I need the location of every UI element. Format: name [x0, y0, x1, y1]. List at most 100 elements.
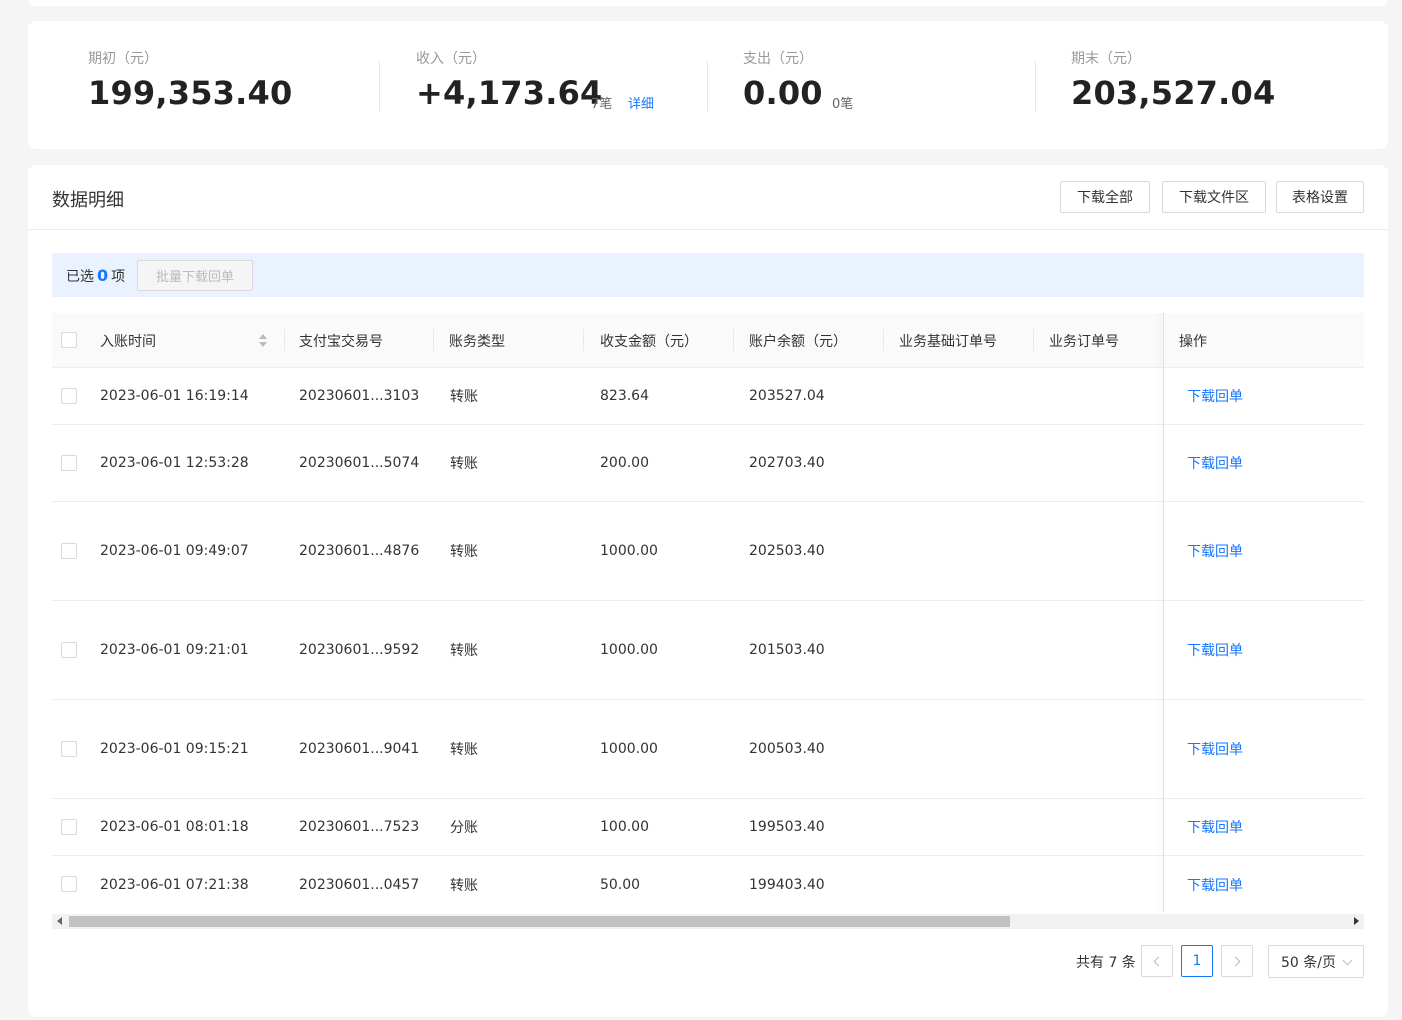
sort-icon[interactable] [258, 334, 268, 348]
row-checkbox[interactable] [61, 388, 77, 404]
row-checkbox[interactable] [61, 876, 77, 892]
cell-amount: 100.00 [600, 819, 649, 835]
cell-time: 2023-06-01 08:01:18 [100, 819, 249, 835]
cell-amount: 1000.00 [600, 543, 658, 559]
stat-opening-value: 199,353.40 [88, 74, 293, 112]
col-header-type: 账务类型 [449, 333, 505, 350]
cell-trade-no: 20230601...4876 [299, 543, 420, 559]
row-checkbox[interactable] [61, 741, 77, 757]
row-checkbox[interactable] [61, 642, 77, 658]
cell-type: 转账 [450, 389, 478, 405]
summary-card: 期初（元） 199,353.40 收入（元） +4,173.64 7笔 详细 支… [28, 21, 1388, 149]
panel-title: 数据明细 [52, 190, 124, 211]
cell-type: 转账 [450, 643, 478, 659]
fixed-column-shadow [1163, 313, 1164, 912]
column-divider [883, 329, 884, 351]
cell-trade-no: 20230601...9592 [299, 642, 420, 658]
scrollbar-thumb[interactable] [69, 916, 1010, 927]
table-settings-button[interactable]: 表格设置 [1276, 181, 1364, 213]
table-row: 2023-06-01 08:01:18 20230601...7523 分账 1… [52, 799, 1364, 856]
download-receipt-link[interactable]: 下载回单 [1187, 502, 1243, 600]
cell-type: 分账 [450, 820, 478, 836]
download-receipt-link[interactable]: 下载回单 [1187, 368, 1243, 424]
column-divider [284, 329, 285, 351]
page-size-value: 50 条/页 [1281, 954, 1336, 971]
cell-time: 2023-06-01 12:53:28 [100, 455, 249, 471]
download-receipt-link[interactable]: 下载回单 [1187, 799, 1243, 855]
cell-time: 2023-06-01 09:49:07 [100, 543, 249, 559]
cell-time: 2023-06-01 16:19:14 [100, 388, 249, 404]
table-row: 2023-06-01 12:53:28 20230601...5074 转账 2… [52, 425, 1364, 502]
page-size-select[interactable]: 50 条/页 [1268, 945, 1364, 978]
cell-time: 2023-06-01 09:21:01 [100, 642, 249, 658]
col-header-trade-no: 支付宝交易号 [299, 333, 383, 350]
column-divider [1033, 329, 1034, 351]
cell-balance: 199403.40 [749, 876, 825, 893]
table-row: 2023-06-01 07:21:38 20230601...0457 转账 5… [52, 856, 1364, 913]
stat-expense-count: 0笔 [832, 97, 854, 112]
column-divider [433, 329, 434, 351]
cell-trade-no: 20230601...0457 [299, 876, 420, 893]
stat-divider [707, 61, 708, 111]
cell-amount: 200.00 [600, 455, 649, 471]
download-receipt-link[interactable]: 下载回单 [1187, 700, 1243, 798]
cell-time: 2023-06-01 09:15:21 [100, 741, 249, 757]
row-checkbox[interactable] [61, 819, 77, 835]
col-header-base-order: 业务基础订单号 [899, 333, 997, 350]
column-divider [733, 329, 734, 351]
prev-page-button[interactable] [1141, 945, 1173, 977]
page-button-current[interactable]: 1 [1181, 945, 1213, 977]
stat-income-count: 7笔 [591, 97, 613, 112]
row-checkbox[interactable] [61, 455, 77, 471]
next-page-button[interactable] [1221, 945, 1253, 977]
select-all-checkbox[interactable] [61, 332, 77, 348]
horizontal-scrollbar[interactable] [52, 914, 1364, 929]
stat-divider [379, 61, 380, 111]
download-receipt-link[interactable]: 下载回单 [1187, 425, 1243, 501]
download-files-button[interactable]: 下载文件区 [1162, 181, 1266, 213]
chevron-right-icon [1230, 956, 1241, 966]
cell-type: 转账 [450, 742, 478, 758]
cell-type: 转账 [450, 456, 478, 472]
stat-expense-value: 0.00 [743, 74, 823, 112]
cell-balance: 200503.40 [749, 741, 825, 757]
table-row: 2023-06-01 09:49:07 20230601...4876 转账 1… [52, 502, 1364, 601]
cell-type: 转账 [450, 877, 478, 894]
cell-type: 转账 [450, 544, 478, 560]
selection-bar: 已选 0 项 批量下载回单 [52, 253, 1364, 297]
panel-divider [28, 229, 1388, 230]
stat-closing-value: 203,527.04 [1071, 74, 1276, 112]
top-card-edge [28, 0, 1388, 6]
selection-count: 0 [97, 266, 109, 285]
cell-trade-no: 20230601...5074 [299, 455, 420, 471]
cell-balance: 202503.40 [749, 543, 825, 559]
cell-trade-no: 20230601...9041 [299, 741, 420, 757]
cell-balance: 201503.40 [749, 642, 825, 658]
download-receipt-link[interactable]: 下载回单 [1187, 856, 1243, 913]
selection-prefix: 已选 [66, 269, 94, 285]
chevron-down-icon [1342, 955, 1353, 966]
col-header-time[interactable]: 入账时间 [100, 313, 156, 368]
stat-expense-label: 支出（元） [743, 51, 813, 67]
selection-suffix: 项 [111, 269, 126, 285]
row-checkbox[interactable] [61, 543, 77, 559]
cell-amount: 1000.00 [600, 642, 658, 658]
stat-opening-label: 期初（元） [88, 51, 158, 67]
download-receipt-link[interactable]: 下载回单 [1187, 601, 1243, 699]
col-header-order: 业务订单号 [1049, 333, 1119, 350]
cell-balance: 203527.04 [749, 388, 825, 404]
selection-status: 已选 0 项 [66, 266, 125, 286]
scroll-right-icon[interactable] [1354, 917, 1359, 925]
cell-time: 2023-06-01 07:21:38 [100, 876, 249, 893]
col-header-amount: 收支金额（元） [600, 333, 698, 350]
table-row: 2023-06-01 16:19:14 20230601...3103 转账 8… [52, 368, 1364, 425]
batch-download-button[interactable]: 批量下载回单 [137, 260, 253, 291]
table-row: 2023-06-01 09:21:01 20230601...9592 转账 1… [52, 601, 1364, 700]
stat-divider [1035, 61, 1036, 111]
download-all-button[interactable]: 下载全部 [1060, 181, 1150, 213]
income-detail-link[interactable]: 详细 [628, 93, 654, 112]
scroll-left-icon[interactable] [57, 917, 62, 925]
cell-amount: 1000.00 [600, 741, 658, 757]
stat-income-value: +4,173.64 [416, 74, 603, 112]
cell-amount: 823.64 [600, 388, 649, 404]
